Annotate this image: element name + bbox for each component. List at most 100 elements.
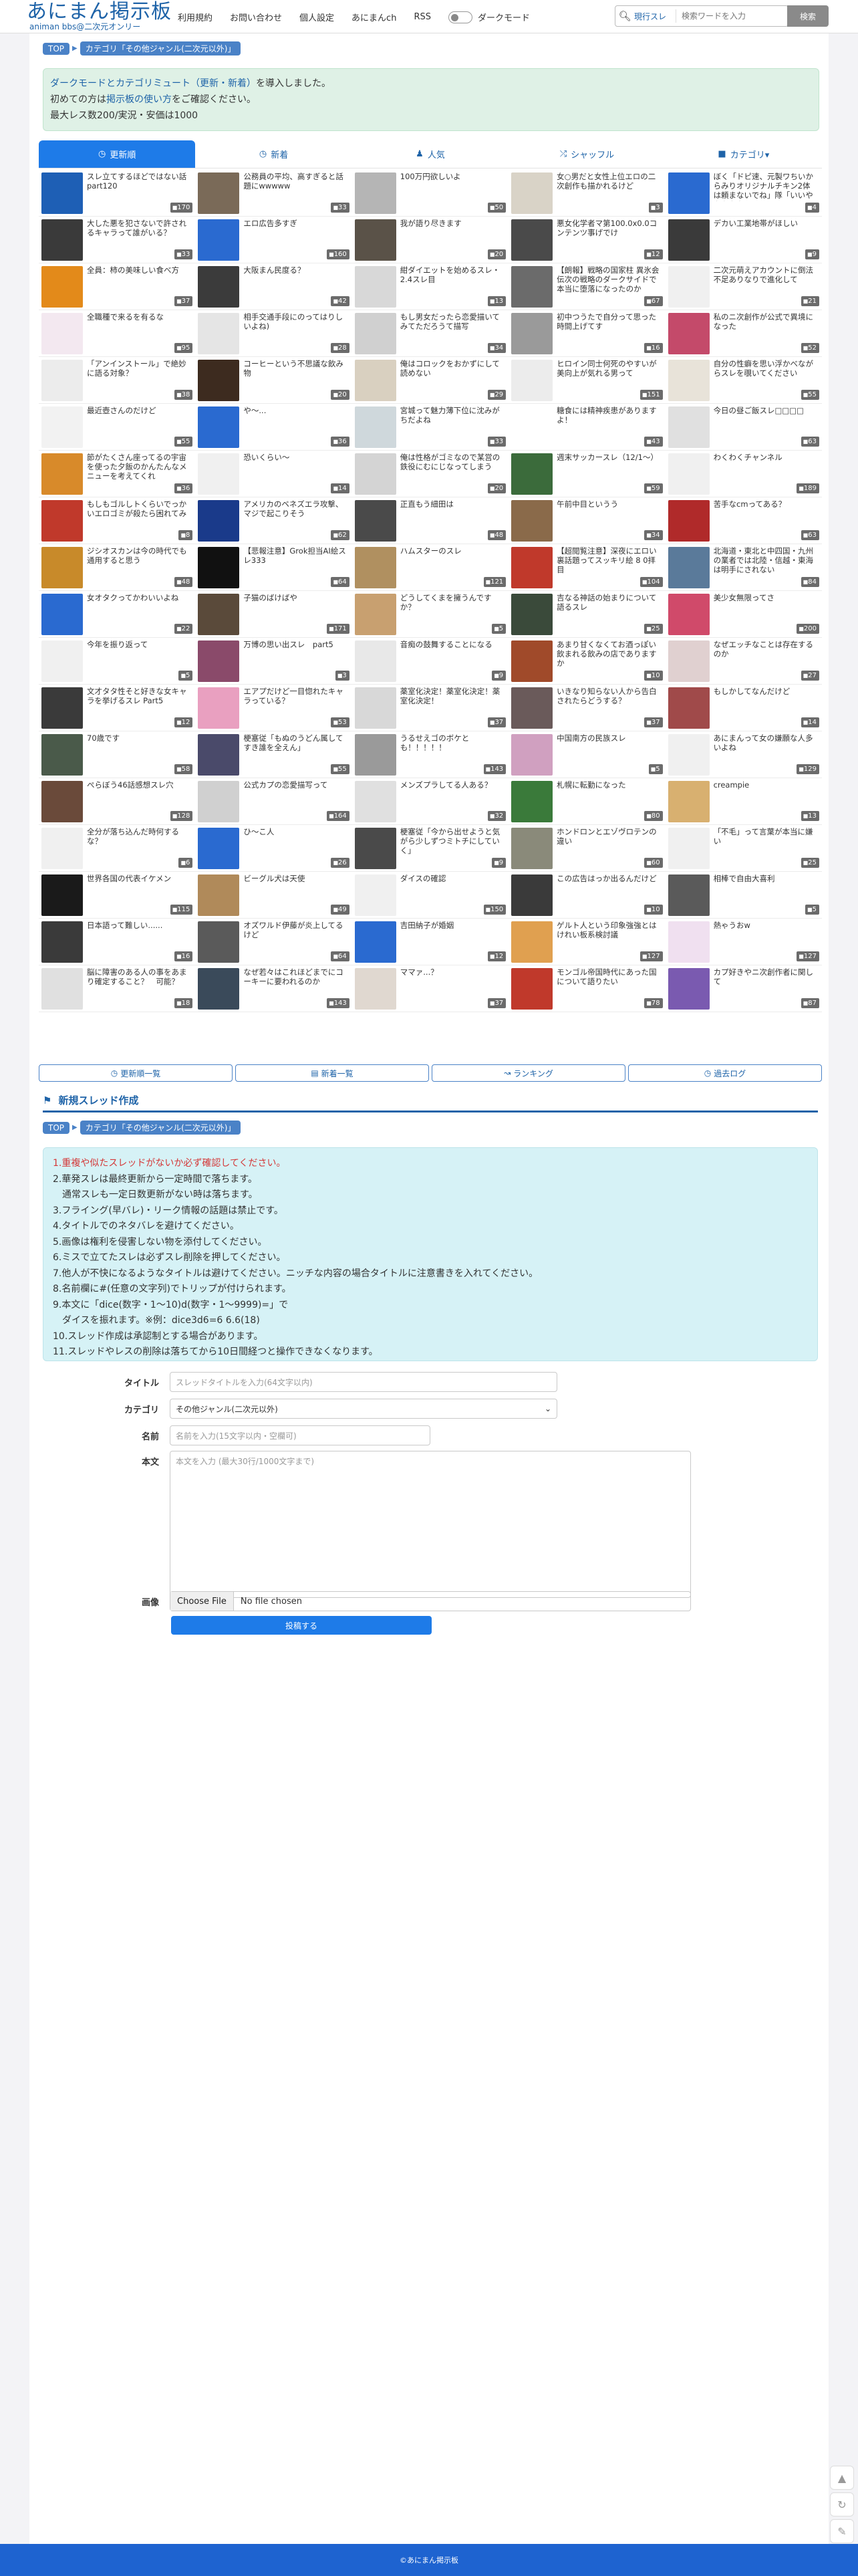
thread-thumbnail[interactable] <box>511 594 553 635</box>
thread-thumbnail[interactable] <box>198 313 240 354</box>
tab-shuffle[interactable]: ⤮ シャッフル <box>509 140 666 168</box>
thread-thumbnail[interactable] <box>41 219 83 261</box>
thread-thumbnail[interactable] <box>41 594 83 635</box>
thread-thumbnail[interactable] <box>41 313 83 354</box>
thread-title[interactable]: 俺はコロックをおかずにして読めない <box>400 359 505 388</box>
thread-thumbnail[interactable] <box>511 172 553 214</box>
ranking-button[interactable]: ↝ ランキング <box>432 1064 625 1082</box>
thread-thumbnail[interactable] <box>198 500 240 542</box>
new-list-button[interactable]: ▤ 新着一覧 <box>235 1064 429 1082</box>
thread-card[interactable]: コーヒーという不思議な飲み物 20 <box>195 357 352 404</box>
thread-card[interactable]: もしもゴルしトくらいでっかいエロゴミが殺たら困れてみ8 <box>39 497 196 544</box>
thread-thumbnail[interactable] <box>668 360 710 401</box>
thread-title[interactable]: 公務員の平均、高すぎると話題にwwwww <box>243 172 347 201</box>
thread-card[interactable]: 日本語って難しい......16 <box>39 919 196 965</box>
body-textarea[interactable]: 本文を入力 (最大30行/1000文字まで) <box>170 1451 691 1598</box>
thread-card[interactable]: ホンドロンとエゾヴロテンの違い 60 <box>509 825 666 872</box>
thread-card[interactable]: スレ立てするほどではない話part120 170 <box>39 170 196 217</box>
thread-card[interactable]: ビーグル犬は天使 49 <box>195 872 352 919</box>
thread-thumbnail[interactable] <box>511 360 553 401</box>
thread-title[interactable]: オズワルド伊藤が炎上してるけど <box>243 921 347 950</box>
thread-title[interactable]: 吉なる神話の始まりについて語るスレ <box>557 593 661 622</box>
thread-title[interactable]: ひ〜こ人 <box>243 827 347 856</box>
thread-card[interactable]: 薬室化決定！薬室化決定！薬室化決定！37 <box>351 685 509 731</box>
thread-card[interactable]: 文才タタ性そと好きな女キャラを挙げるスレ Part512 <box>39 685 196 731</box>
thread-card[interactable]: 私のニ次創作が公式で異境になった52 <box>665 310 822 357</box>
thread-thumbnail[interactable] <box>198 360 240 401</box>
thread-title[interactable]: 70歳です <box>87 733 191 763</box>
thread-thumbnail[interactable] <box>668 687 710 729</box>
thread-thumbnail[interactable] <box>668 313 710 354</box>
tab-popular[interactable]: ♟ 人気 <box>351 140 509 168</box>
thread-title[interactable]: ヒロイン同士何死のやすいが美向上が気れる男って <box>557 359 661 388</box>
thread-title[interactable]: 全員：柿の美味しい食べ方 <box>87 265 191 295</box>
thread-card[interactable]: ぺらぼう46話感想スレ穴128 <box>39 778 196 825</box>
thread-card[interactable]: 女○男だと女性上位エロの二次創作も描かれるけど 3 <box>509 170 666 217</box>
thread-thumbnail[interactable] <box>511 500 553 542</box>
thread-title[interactable]: 「アンインストール」で絶妙に語る対象？ <box>87 359 191 388</box>
thread-thumbnail[interactable] <box>511 453 553 495</box>
thread-thumbnail[interactable] <box>668 640 710 682</box>
tab-updated[interactable]: ◷ 更新順 <box>39 140 196 168</box>
thread-thumbnail[interactable] <box>668 453 710 495</box>
name-input[interactable]: 名前を入力(15文字以内・空欄可) <box>170 1425 430 1445</box>
thread-title[interactable]: 悪女化学者マ第100.0x0.0コンテンツ事げでけ <box>557 219 661 248</box>
thread-card[interactable]: カプ好きやニ次創作者に関して87 <box>665 965 822 1012</box>
thread-title[interactable]: ぺらぼう46話感想スレ穴 <box>87 780 191 810</box>
thread-card[interactable]: 全員：柿の美味しい食べ方37 <box>39 263 196 310</box>
thread-card[interactable]: 午前中目というう34 <box>509 497 666 544</box>
thread-title[interactable]: 正直もう細田は <box>400 499 505 529</box>
thread-title[interactable]: 万博の思い出スレ part5 <box>243 640 347 669</box>
thread-thumbnail[interactable] <box>198 734 240 776</box>
tab-new[interactable]: ◷ 新着 <box>195 140 352 168</box>
thread-thumbnail[interactable] <box>198 687 240 729</box>
thread-card[interactable]: 相手交通手段にのってはりしいよね)28 <box>195 310 352 357</box>
thread-title[interactable]: 全分が落ち込んだ時何するな？ <box>87 827 191 856</box>
thread-title[interactable]: ゲルト人という印象強強とはけれい板系検討議 <box>557 921 661 950</box>
thread-card[interactable]: 梗塞従「もぬのうどん属してすき誰を全えん」55 <box>195 731 352 778</box>
thread-card[interactable]: オズワルド伊藤が炎上してるけど64 <box>195 919 352 965</box>
thread-title[interactable]: 脳に障害のある人の事をあまり確定すること？ 可能？ <box>87 967 191 997</box>
thread-thumbnail[interactable] <box>198 968 240 1010</box>
category-select[interactable]: その他ジャンル(二次元以外) ⌄ <box>170 1399 557 1419</box>
tab-category[interactable]: ■ カテゴリ▾ <box>665 140 823 168</box>
thread-card[interactable]: 脳に障害のある人の事をあまり確定すること？ 可能？18 <box>39 965 196 1012</box>
thread-card[interactable]: 俺は性格がゴミなので某営の鉄役にむにじなってしまう20 <box>351 451 509 497</box>
thread-thumbnail[interactable] <box>354 172 396 214</box>
thread-card[interactable]: 自分の性癖を思い浮かべながらスレを覗いてください 55 <box>665 357 822 404</box>
thread-title[interactable]: 大阪まん民度る？ <box>243 265 347 295</box>
thread-card[interactable]: この広告はっか出るんだけど 10 <box>509 872 666 919</box>
thread-card[interactable]: 大した悪を犯さないで許されるキャラって誰がいる？33 <box>39 217 196 263</box>
thread-card[interactable]: どうしてくまを擁うんですか？ 5 <box>351 591 509 638</box>
thread-title[interactable]: 私のニ次創作が公式で異境になった <box>714 312 818 342</box>
thread-thumbnail[interactable] <box>354 266 396 308</box>
thread-title[interactable]: 相棒で自由大喜利 <box>714 874 818 903</box>
thread-title[interactable]: 女○男だと女性上位エロの二次創作も描かれるけど <box>557 172 661 201</box>
thread-card[interactable]: 紺ダイエットを始めるスレ・2.4スレ目13 <box>351 263 509 310</box>
thread-title[interactable]: あまり甘くなくてお酒っぽい飲まれる飲みの店でありますか <box>557 640 661 669</box>
submit-button[interactable]: 投稿する <box>171 1616 432 1635</box>
thread-thumbnail[interactable] <box>511 640 553 682</box>
thread-thumbnail[interactable] <box>511 266 553 308</box>
thread-title[interactable]: ホンドロンとエゾヴロテンの違い <box>557 827 661 856</box>
thread-thumbnail[interactable] <box>511 828 553 869</box>
thread-title[interactable]: 薬室化決定！薬室化決定！薬室化決定！ <box>400 687 505 716</box>
thread-thumbnail[interactable] <box>41 828 83 869</box>
thread-thumbnail[interactable] <box>198 219 240 261</box>
thread-card[interactable]: ダイスの確認 150 <box>351 872 509 919</box>
thread-title[interactable]: 大した悪を犯さないで許されるキャラって誰がいる？ <box>87 219 191 248</box>
thread-thumbnail[interactable] <box>668 547 710 588</box>
thread-card[interactable]: 節がたくさん座ってるの宇宙を使った夕飯のかんたんなメニューを考えてくれ36 <box>39 451 196 497</box>
thread-title[interactable]: 世界各国の代表イケメン <box>87 874 191 903</box>
thread-title[interactable]: 100万円欲しいよ <box>400 172 505 201</box>
nav-animanch[interactable]: あにまんch <box>351 11 396 23</box>
thread-title[interactable]: ぼく「ドピ速、元製ワちいからみりオリジナルチキン2体は頼まないでね」隊「いいやあ… <box>714 172 818 201</box>
reload-icon[interactable]: ↻ <box>830 2492 854 2516</box>
thread-thumbnail[interactable] <box>354 781 396 822</box>
thread-thumbnail[interactable] <box>668 921 710 963</box>
search-scope-select[interactable]: 現行スレ <box>634 11 676 22</box>
thread-title[interactable]: なぜ若々はこれほどまでにコーキーに要われるのか <box>243 967 347 997</box>
thread-card[interactable]: 週末サッカースレ（12/1〜）59 <box>509 451 666 497</box>
thread-thumbnail[interactable] <box>511 406 553 448</box>
thread-title[interactable]: や〜... <box>243 406 347 435</box>
